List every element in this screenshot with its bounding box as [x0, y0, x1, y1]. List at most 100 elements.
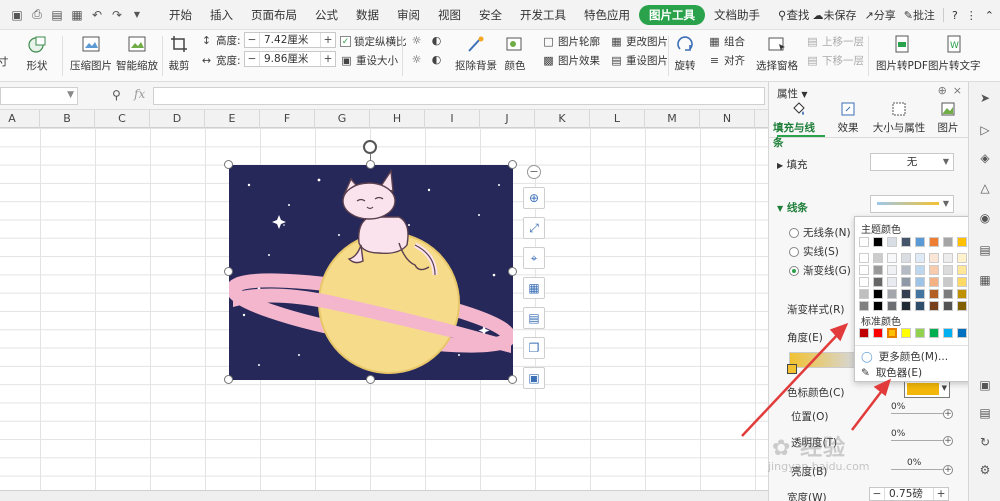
align-button[interactable]: ≡ 对齐: [708, 53, 745, 68]
color-swatch[interactable]: [887, 237, 897, 247]
picture-layout-icon[interactable]: ▤: [523, 307, 545, 329]
color-swatch[interactable]: [901, 237, 911, 247]
color-swatch[interactable]: [901, 253, 911, 263]
column-header[interactable]: C: [95, 110, 150, 128]
help-icon[interactable]: ?: [952, 9, 958, 22]
search-button[interactable]: ⚲查找: [769, 5, 818, 25]
color-swatch[interactable]: [929, 237, 939, 247]
color-swatch[interactable]: [887, 265, 897, 275]
width-value[interactable]: 9.86厘米: [259, 52, 321, 66]
tab-data[interactable]: 数据: [347, 5, 388, 25]
color-swatch[interactable]: [873, 277, 883, 287]
zoom-icon[interactable]: ⚲: [112, 88, 121, 102]
name-box[interactable]: ▼: [0, 87, 78, 105]
color-swatch[interactable]: [929, 289, 939, 299]
standard-color-swatch[interactable]: [943, 328, 953, 338]
text-icon[interactable]: ▤: [977, 405, 993, 421]
color-swatch[interactable]: [901, 277, 911, 287]
tab-insert[interactable]: 插入: [201, 5, 242, 25]
resize-handle[interactable]: [224, 160, 233, 169]
color-swatch[interactable]: [943, 265, 953, 275]
increase-height-button[interactable]: +: [321, 34, 335, 46]
remove-background-button[interactable]: 抠除背景: [455, 34, 497, 73]
export-icon[interactable]: ▦: [68, 6, 86, 24]
resize-handle[interactable]: [224, 375, 233, 384]
compress-button[interactable]: 压缩图片: [70, 34, 112, 73]
tab-formulas[interactable]: 公式: [306, 5, 347, 25]
color-swatch[interactable]: [957, 277, 967, 287]
color-swatch[interactable]: [887, 253, 897, 263]
color-swatch[interactable]: [873, 253, 883, 263]
crop-tool-icon[interactable]: ⌖: [523, 247, 545, 269]
column-header[interactable]: K: [535, 110, 590, 128]
column-header[interactable]: B: [40, 110, 95, 128]
color-swatch[interactable]: [901, 289, 911, 299]
brightness-up-button[interactable]: ☼: [410, 34, 423, 47]
shape-button[interactable]: 形状: [26, 34, 48, 73]
picture-more-icon[interactable]: ▣: [523, 367, 545, 389]
grid-icon[interactable]: ▦: [977, 272, 993, 288]
tab-size-and-properties[interactable]: 大小与属性: [871, 100, 927, 135]
tab-review[interactable]: 审阅: [388, 5, 429, 25]
zoom-in-icon[interactable]: ⊕: [523, 187, 545, 209]
standard-color-swatch[interactable]: [957, 328, 967, 338]
increase-width-button[interactable]: +: [321, 53, 335, 65]
resize-handle[interactable]: [508, 267, 517, 276]
column-header[interactable]: H: [370, 110, 425, 128]
smart-scale-button[interactable]: 智能缩放: [116, 34, 158, 73]
picture-to-pdf-button[interactable]: 图片转PDF: [876, 34, 928, 73]
tab-picture-tools[interactable]: 图片工具: [639, 4, 705, 25]
contrast-up-button[interactable]: ◐: [430, 34, 443, 47]
print-icon[interactable]: ⎙: [28, 6, 46, 24]
picture-copy-icon[interactable]: ❐: [523, 337, 545, 359]
color-swatch[interactable]: [859, 301, 869, 311]
color-swatch[interactable]: [929, 265, 939, 275]
contrast-down-button[interactable]: ◐: [430, 53, 443, 66]
color-swatch[interactable]: [957, 237, 967, 247]
color-swatch[interactable]: [929, 277, 939, 287]
dropdown-icon[interactable]: ▼: [128, 6, 146, 24]
tab-effects[interactable]: 效果: [823, 100, 873, 135]
send-backward-button[interactable]: ▤ 下移一层: [806, 53, 864, 68]
solid-line-radio[interactable]: 实线(S): [789, 244, 839, 259]
brightness-slider[interactable]: [891, 469, 951, 470]
no-line-radio[interactable]: 无线条(N): [789, 225, 851, 240]
fx-icon[interactable]: fx: [134, 87, 145, 101]
color-button[interactable]: 颜色: [504, 34, 526, 73]
eyedropper-item[interactable]: ✎ 取色器(E): [861, 365, 922, 380]
tab-page-layout[interactable]: 页面布局: [242, 5, 306, 25]
bring-forward-button[interactable]: ▤ 上移一层: [806, 34, 864, 49]
color-swatch[interactable]: [873, 265, 883, 275]
color-swatch[interactable]: [943, 289, 953, 299]
print-preview-icon[interactable]: ▤: [48, 6, 66, 24]
resize-handle[interactable]: [224, 267, 233, 276]
line-style-select[interactable]: ▼: [870, 195, 954, 213]
tab-features[interactable]: 特色应用: [575, 5, 639, 25]
reset-picture-button[interactable]: ▤ 重设图片: [610, 53, 668, 68]
brightness-increase-button[interactable]: +: [943, 465, 953, 475]
color-swatch[interactable]: [915, 253, 925, 263]
paint-bucket-icon[interactable]: ◈: [977, 150, 993, 166]
tab-home[interactable]: 开始: [160, 5, 201, 25]
column-header[interactable]: E: [205, 110, 260, 128]
tab-view[interactable]: 视图: [429, 5, 470, 25]
bucket-icon[interactable]: ◉: [977, 210, 993, 226]
column-header[interactable]: G: [315, 110, 370, 128]
history-icon[interactable]: ↻: [977, 434, 993, 450]
undo-icon[interactable]: ↶: [88, 6, 106, 24]
more-icon[interactable]: ⋮: [966, 9, 977, 22]
resize-handle[interactable]: [366, 375, 375, 384]
standard-color-swatch[interactable]: [901, 328, 911, 338]
increase-line-width-button[interactable]: +: [934, 488, 948, 500]
decrease-line-width-button[interactable]: −: [870, 488, 884, 500]
sheet-tab-bar[interactable]: [0, 490, 768, 501]
color-swatch[interactable]: [915, 301, 925, 311]
tab-picture[interactable]: 图片: [923, 100, 973, 135]
tab-developer[interactable]: 开发工具: [511, 5, 575, 25]
layers-icon[interactable]: ▤: [977, 242, 993, 258]
color-swatch[interactable]: [943, 301, 953, 311]
tab-doc-assistant[interactable]: 文档助手: [705, 5, 769, 25]
column-header[interactable]: L: [590, 110, 645, 128]
formula-input[interactable]: [153, 87, 765, 105]
transparency-increase-button[interactable]: +: [943, 436, 953, 446]
